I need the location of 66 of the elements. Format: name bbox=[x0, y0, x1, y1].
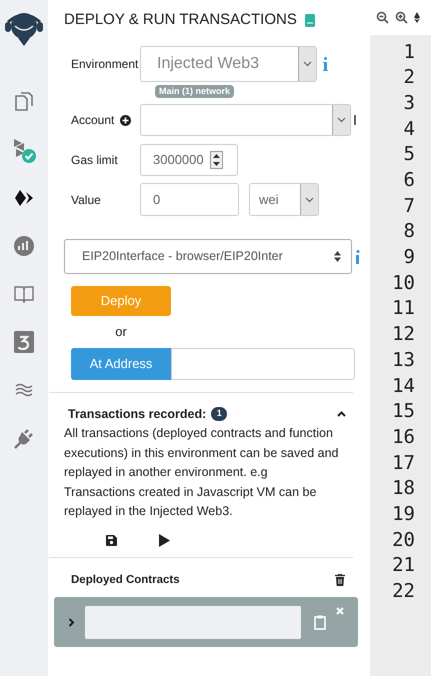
address-field[interactable] bbox=[85, 606, 301, 638]
panel-title: DEPLOY & RUN TRANSACTIONS bbox=[64, 10, 297, 30]
chevron-icon bbox=[337, 117, 346, 123]
address-field[interactable] bbox=[171, 348, 355, 380]
count-badge: 1 bbox=[211, 406, 228, 421]
field-label: Environment bbox=[70, 56, 140, 73]
line-number: 10 bbox=[392, 270, 415, 296]
number-box-icon[interactable] bbox=[14, 331, 34, 353]
line-number: 14 bbox=[392, 374, 415, 399]
field-label: Gas limit bbox=[70, 152, 119, 169]
or-label: or bbox=[115, 323, 127, 341]
at-address-button[interactable]: At Address bbox=[71, 348, 171, 380]
section-title: Deployed Contracts bbox=[71, 572, 180, 588]
info-icon[interactable] bbox=[323, 57, 328, 71]
line-number: 22 bbox=[392, 579, 415, 604]
line-number: 2 bbox=[404, 65, 415, 90]
gas-limit-field[interactable]: 3000000 bbox=[140, 144, 238, 176]
files-icon[interactable] bbox=[13, 91, 35, 113]
environment-dropdown[interactable]: Injected Web3 bbox=[140, 46, 317, 82]
line-number: 12 bbox=[392, 322, 415, 348]
line-number: 19 bbox=[392, 502, 415, 527]
sort-icon bbox=[334, 251, 342, 262]
plus-circle-icon[interactable] bbox=[120, 114, 132, 126]
line-number: 6 bbox=[404, 168, 415, 194]
line-number: 9 bbox=[404, 245, 415, 270]
line-number: 7 bbox=[404, 194, 415, 219]
book-icon[interactable] bbox=[304, 14, 315, 26]
section-title: Transactions recorded: bbox=[68, 406, 206, 422]
trash-icon[interactable] bbox=[335, 574, 345, 586]
value-field[interactable]: 0 bbox=[140, 183, 239, 216]
chevron-icon bbox=[303, 61, 312, 67]
clipboard-icon[interactable] bbox=[314, 614, 326, 630]
network-badge: Main (1) network bbox=[155, 85, 234, 98]
spinner-icon[interactable] bbox=[210, 151, 223, 169]
save-icon[interactable] bbox=[106, 535, 117, 546]
chevron-icon[interactable] bbox=[337, 410, 346, 417]
line-number: 4 bbox=[404, 116, 415, 142]
unit-dropdown[interactable]: wei bbox=[249, 183, 319, 216]
zoom-out-icon[interactable] bbox=[376, 11, 389, 24]
play-icon[interactable] bbox=[159, 534, 170, 548]
chevron-icon[interactable] bbox=[68, 618, 75, 626]
line-number: 17 bbox=[392, 450, 415, 476]
line-number: 1 bbox=[404, 40, 415, 65]
line-number: 18 bbox=[392, 476, 415, 502]
contract-dropdown[interactable]: EIP20Interface - browser/EIP20Inter bbox=[64, 239, 352, 274]
line-number: 5 bbox=[404, 142, 415, 168]
zoom-in-icon[interactable] bbox=[395, 11, 408, 24]
close-icon[interactable] bbox=[336, 607, 344, 615]
line-number: 15 bbox=[392, 399, 415, 424]
deploy-icon[interactable] bbox=[14, 188, 34, 208]
info-icon[interactable] bbox=[356, 250, 360, 264]
line-number: 8 bbox=[404, 219, 415, 244]
description-text: All transactions (deployed contracts and function executions) in this environment can be saved and replayed in another environment. e.g Transactions created in Javascript VM can be replayed in the Injected Web3. bbox=[64, 425, 340, 520]
plug-icon[interactable] bbox=[13, 427, 35, 449]
waves-icon[interactable] bbox=[15, 382, 33, 398]
line-number: 11 bbox=[392, 296, 415, 322]
ethereum-icon[interactable] bbox=[414, 12, 420, 23]
line-number: 20 bbox=[392, 528, 415, 553]
line-number: 3 bbox=[404, 90, 415, 116]
field-label: Value bbox=[70, 192, 102, 208]
field-label: Account bbox=[71, 112, 114, 129]
analysis-icon[interactable] bbox=[13, 235, 35, 257]
line-number: 21 bbox=[392, 553, 415, 578]
line-number: 13 bbox=[392, 348, 415, 373]
chevron-icon bbox=[305, 196, 314, 202]
line-number: 16 bbox=[392, 424, 415, 450]
